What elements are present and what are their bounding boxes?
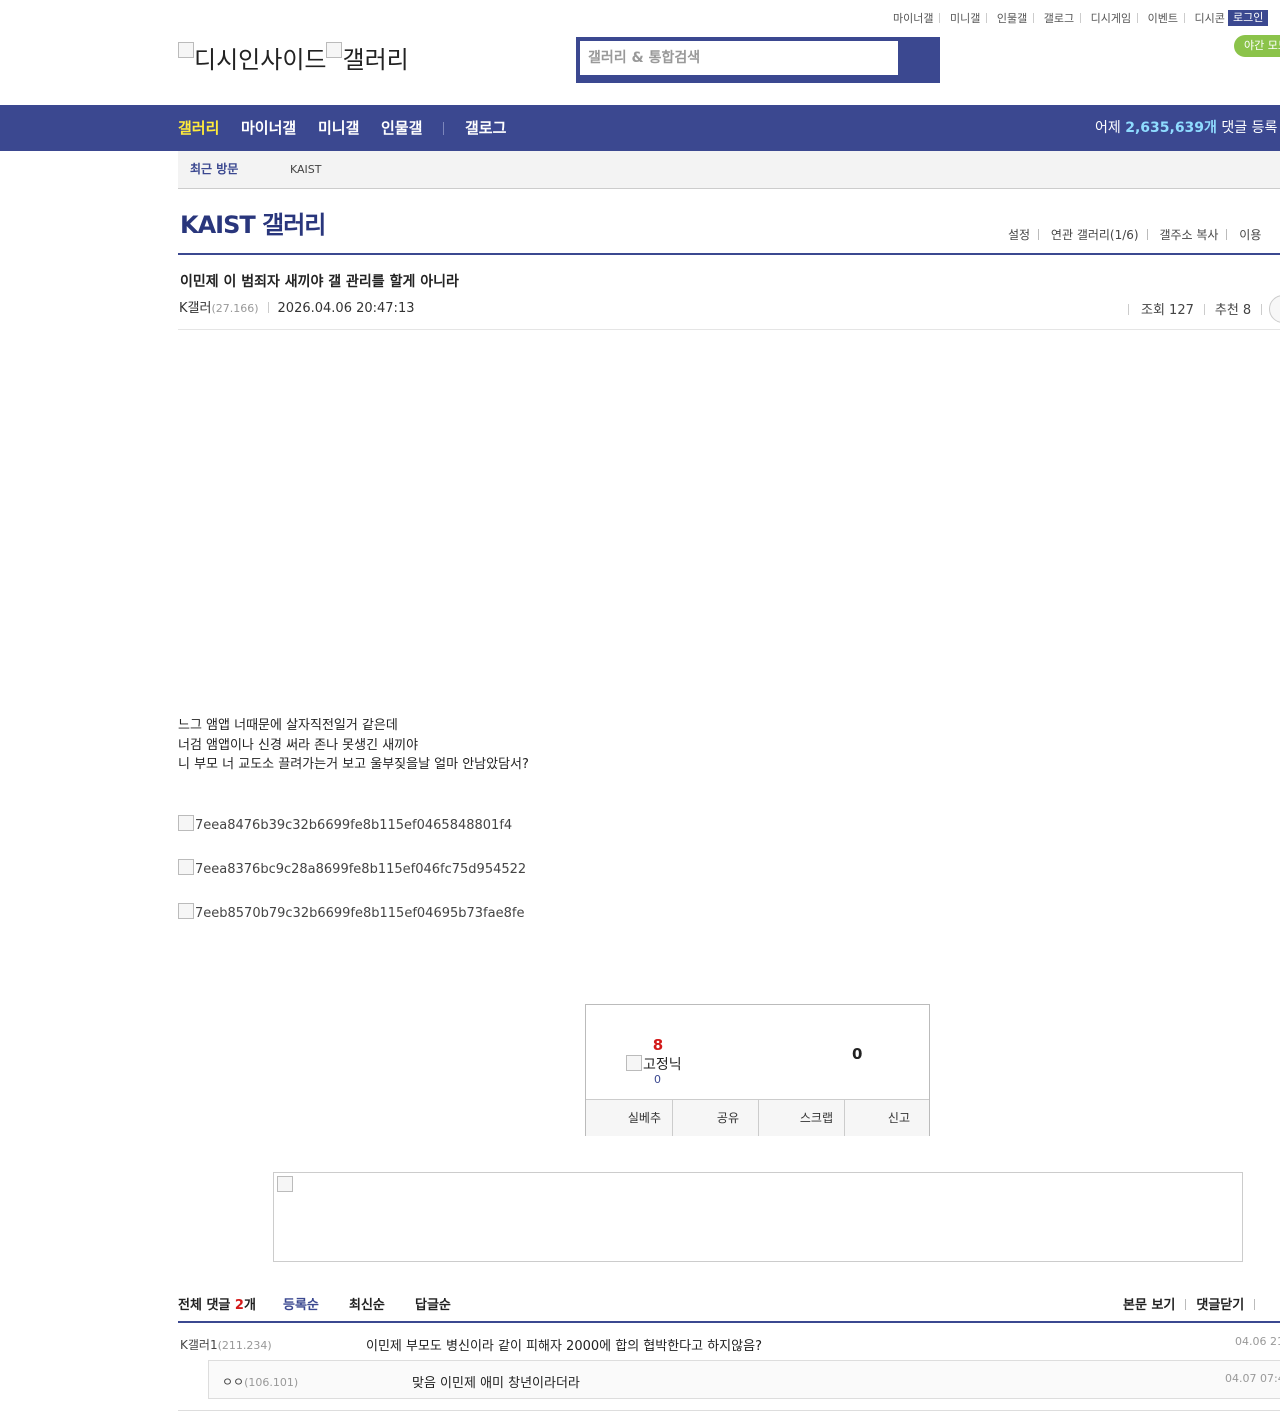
top-link-event[interactable]: 이벤트: [1148, 10, 1178, 26]
report-button[interactable]: 신고: [844, 1100, 910, 1136]
top-links: 마이너갤 미니갤 인물갤 갤로그 디시게임 이벤트 디시콘: [893, 10, 1225, 26]
post-image-alt: 7eeb8570b79c32b6699fe8b115ef04695b73fae8…: [195, 906, 525, 921]
gallery-usage-button[interactable]: 이용: [1239, 228, 1261, 242]
comment-nick-name: K갤러1: [180, 1338, 218, 1352]
close-comments-button[interactable]: 댓글닫기: [1196, 1298, 1244, 1313]
recommend-down-count: 0: [852, 1045, 863, 1063]
fixed-nick-count: 0: [654, 1073, 661, 1086]
sort-by-latest[interactable]: 최신순: [349, 1294, 385, 1313]
view-body-button[interactable]: 본문 보기: [1123, 1298, 1175, 1313]
gallery-settings-button[interactable]: 설정: [1008, 228, 1030, 242]
broken-image-icon: [178, 859, 194, 875]
post-date: 2026.04.06 20:47:13: [277, 301, 415, 316]
post-body: 느그 앰앱 너때문에 살자직전일거 같은데 너검 앰앱이나 신경 써라 존나 못…: [178, 716, 529, 775]
broken-image-icon: [178, 903, 194, 919]
post-title: 이민제 이 범죄자 새끼야 갤 관리를 할게 아니라: [180, 274, 459, 290]
recent-visit-label[interactable]: 최근 방문: [190, 151, 238, 188]
related-gallery-button[interactable]: 연관 갤러리(1/6): [1051, 228, 1139, 242]
nav-divider: [443, 122, 444, 135]
comment-text: 이민제 부모도 병신이라 같이 피해자 2000에 합의 협박한다고 하지않음?: [366, 1339, 762, 1354]
top-link-minor[interactable]: 마이너갤: [893, 10, 933, 26]
comment-stat: 어제 2,635,639개 댓글 등록: [1095, 105, 1277, 151]
comment-actions: 본문 보기 댓글닫기: [1123, 1294, 1265, 1313]
comment-count-unit: 개: [243, 1298, 256, 1313]
post-image[interactable]: 7eea8376bc9c28a8699fe8b115ef046fc75d9545…: [178, 859, 526, 877]
logo-gallery-text: 갤러리: [342, 46, 409, 74]
gallery-title-divider: [178, 253, 1280, 255]
reply-ip: (106.101): [244, 1376, 299, 1389]
best-recommend-button[interactable]: 실베추: [586, 1100, 661, 1136]
post-author[interactable]: K갤러: [179, 301, 211, 316]
post-stats: 조회 127 추천 8: [1128, 299, 1272, 318]
post-author-line: K갤러(27.166) 2026.04.06 20:47:13: [179, 297, 414, 316]
comment-reply: [208, 1360, 1280, 1399]
sort-by-register[interactable]: 등록순: [283, 1294, 319, 1313]
search-input[interactable]: [580, 41, 898, 75]
search-button[interactable]: [898, 41, 936, 79]
comment-date: 04.06 21: [1235, 1335, 1280, 1348]
broken-image-icon: [277, 1176, 293, 1192]
nav-mini-gallery[interactable]: 미니갤: [318, 105, 359, 151]
comment-ip: (211.234): [217, 1339, 272, 1352]
top-link-dccon[interactable]: 디시콘: [1194, 10, 1224, 26]
gallery-menu: 설정 연관 갤러리(1/6) 갤주소 복사 이용: [1008, 226, 1261, 243]
site-logo[interactable]: 디시인사이드 갤러리: [178, 40, 409, 75]
gallery-title[interactable]: KAIST 갤러리: [180, 205, 326, 240]
copy-gallery-address-button[interactable]: 갤주소 복사: [1159, 228, 1218, 242]
recommend-box: 8 고정닉 0 0 실베추 공유 스크랩 신고: [585, 1004, 930, 1136]
broken-image-icon: [178, 815, 194, 831]
top-link-mini[interactable]: 미니갤: [950, 10, 980, 26]
reply-date: 04.07 07:4: [1225, 1372, 1280, 1385]
reply-nick-name: ㅇㅇ: [222, 1375, 245, 1389]
recommend-action-row: 실베추 공유 스크랩 신고: [586, 1099, 929, 1136]
night-mode-button[interactable]: 야간 모드: [1234, 35, 1280, 57]
broken-image-icon: [178, 42, 194, 58]
post-body-line: 니 부모 너 교도소 끌려가는거 보고 울부짖을날 얼마 안남았담서?: [178, 757, 529, 772]
broken-image-icon: [326, 42, 343, 58]
main-nav: 갤러리 마이너갤 미니갤 인물갤 갤로그 어제 2,635,639개 댓글 등록: [0, 105, 1280, 151]
stat-suffix: 댓글 등록: [1221, 120, 1278, 136]
comment-header: 전체 댓글 2개: [178, 1294, 256, 1313]
recent-visit-bar: 최근 방문 KAIST: [178, 151, 1280, 189]
top-link-gallog[interactable]: 갤로그: [1044, 10, 1074, 26]
comment-nick[interactable]: K갤러1(211.234): [180, 1336, 272, 1353]
scrap-button[interactable]: 스크랩: [758, 1100, 833, 1136]
post-image[interactable]: 7eea8476b39c32b6699fe8b115ef0465848801f4: [178, 815, 512, 833]
search-box: [576, 37, 940, 83]
post-image-alt: 7eea8376bc9c28a8699fe8b115ef046fc75d9545…: [195, 862, 527, 877]
search-icon: [898, 41, 936, 79]
broken-image-icon: [626, 1055, 642, 1071]
post-recommends: 추천 8: [1214, 303, 1252, 318]
logo-text: 디시인사이드: [194, 46, 327, 74]
top-link-person[interactable]: 인물갤: [997, 10, 1027, 26]
top-link-game[interactable]: 디시게임: [1091, 10, 1131, 26]
nav-gallog[interactable]: 갤로그: [465, 105, 506, 151]
reply-nick[interactable]: ㅇㅇ(106.101): [222, 1373, 298, 1390]
post-author-ip: (27.166): [211, 302, 259, 315]
comment-divider: [178, 1321, 1280, 1323]
recommend-up-count: 8: [652, 1036, 664, 1054]
recent-gallery-link[interactable]: KAIST: [290, 151, 322, 188]
sort-by-reply[interactable]: 답글순: [415, 1294, 451, 1313]
comment-count: 2: [234, 1298, 244, 1313]
comment-total-label: 전체 댓글: [178, 1298, 231, 1313]
post-head-divider: [178, 329, 1280, 330]
login-button[interactable]: 로그인: [1228, 10, 1269, 26]
post-body-line: 너검 앰앱이나 신경 써라 존나 못생긴 새끼야: [178, 737, 419, 753]
post-image[interactable]: 7eeb8570b79c32b6699fe8b115ef04695b73fae8…: [178, 903, 524, 921]
nav-gallery[interactable]: 갤러리: [178, 105, 219, 151]
nav-minor-gallery[interactable]: 마이너갤: [241, 105, 296, 151]
post-views: 조회 127: [1141, 303, 1194, 318]
stat-value: 2,635,639개: [1125, 120, 1217, 136]
fixed-nick-label: 고정닉: [643, 1057, 682, 1073]
reply-text: 맞음 이민제 애미 창년이라더라: [412, 1376, 580, 1391]
comment-bottom-divider: [178, 1410, 1280, 1411]
post-body-line: 느그 앰앱 너때문에 살자직전일거 같은데: [178, 718, 398, 733]
stat-prefix: 어제: [1095, 120, 1121, 136]
fixed-nick-recommend[interactable]: 고정닉: [626, 1054, 682, 1074]
nav-person-gallery[interactable]: 인물갤: [381, 105, 422, 151]
post-image-alt: 7eea8476b39c32b6699fe8b115ef0465848801f4: [195, 818, 513, 833]
share-button[interactable]: 공유: [672, 1100, 739, 1136]
ad-banner[interactable]: [273, 1172, 1243, 1262]
